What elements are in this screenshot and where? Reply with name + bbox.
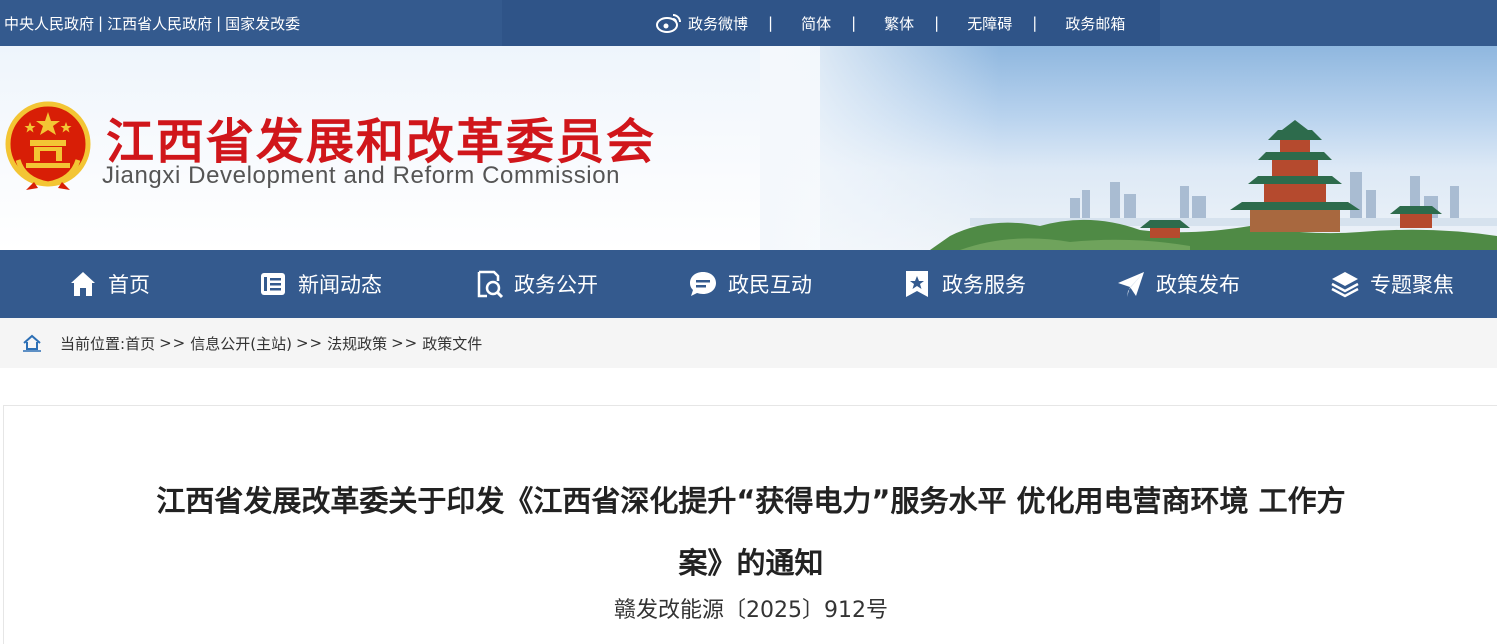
bookmark-star-icon [906,271,928,297]
breadcrumb-sep: >> [159,334,187,352]
separator: | [768,14,774,32]
link-central-gov[interactable]: 中央人民政府 [4,13,94,34]
breadcrumb-item-regulations[interactable]: 法规政策 [327,333,387,354]
nav-label: 政民互动 [728,273,812,297]
national-emblem-icon [5,101,91,190]
breadcrumb-item-info[interactable]: 信息公开(主站) [190,333,292,354]
news-icon [261,273,285,295]
link-jiangxi-gov[interactable]: 江西省人民政府 [107,13,212,34]
document-search-icon [477,270,504,299]
breadcrumb-item-policy-docs[interactable]: 政策文件 [422,333,482,354]
nav-item-policy[interactable]: 政策发布 [1116,250,1240,318]
article-title: 江西省发展改革委关于印发《江西省深化提升“获得电力”服务水平 优化用电营商环境 … [156,484,1346,580]
nav-label: 新闻动态 [298,273,382,297]
breadcrumb-sep: >> [391,334,419,352]
link-weibo[interactable]: 政务微博 [688,13,748,34]
separator: | [934,14,940,32]
nav-item-services[interactable]: 政务服务 [902,250,1026,318]
breadcrumb-item-home[interactable]: 首页 [125,333,155,354]
chat-icon [690,272,716,296]
link-traditional[interactable]: 繁体 [884,13,914,34]
weibo-icon [656,14,681,33]
link-simplified[interactable]: 简体 [801,13,831,34]
separator: | [851,14,857,32]
separator: | [1032,14,1038,32]
pavilion-cityscape-image [930,120,1497,250]
link-ndrc[interactable]: 国家发改委 [225,13,300,34]
layers-icon [1331,272,1359,298]
separator: | [98,14,104,32]
home-icon [23,334,41,352]
top-bar: 中央人民政府 | 江西省人民政府 | 国家发改委 政务微博 | 简体 | 繁体 … [0,0,1497,46]
link-gov-mail[interactable]: 政务邮箱 [1065,13,1125,34]
nav-item-news[interactable]: 新闻动态 [258,250,382,318]
separator: | [216,14,222,32]
nav-label: 专题聚焦 [1370,273,1454,297]
link-accessibility[interactable]: 无障碍 [967,13,1012,34]
nav-label: 首页 [108,273,150,297]
paper-plane-icon [1118,272,1144,297]
header-banner: 江西省发展和改革委员会 Jiangxi Development and Refo… [0,46,1497,250]
site-subtitle: Jiangxi Development and Reform Commissio… [102,162,621,189]
breadcrumb: 当前位置: 首页 >> 信息公开(主站) >> 法规政策 >> 政策文件 [0,318,1497,368]
utility-links: 政务微博 | 简体 | 繁体 | 无障碍 | 政务邮箱 [502,0,1160,46]
home-icon [71,272,95,296]
nav-item-gov-affairs[interactable]: 政务公开 [474,250,598,318]
document-number: 赣发改能源〔2025〕912号 [614,598,888,623]
nav-item-home[interactable]: 首页 [68,250,150,318]
breadcrumb-prefix: 当前位置: [60,334,126,353]
gov-links: 中央人民政府 | 江西省人民政府 | 国家发改委 [4,0,300,46]
nav-label: 政务服务 [942,273,1026,297]
article-panel: 江西省发展改革委关于印发《江西省深化提升“获得电力”服务水平 优化用电营商环境 … [3,405,1497,644]
nav-label: 政务公开 [514,273,598,297]
nav-label: 政策发布 [1156,273,1240,297]
main-nav: 首页 新闻动态 政务公开 政民互动 政务服务 政策发布 专题聚焦 [0,250,1497,318]
nav-item-topics[interactable]: 专题聚焦 [1330,250,1454,318]
breadcrumb-sep: >> [295,334,324,352]
nav-item-interaction[interactable]: 政民互动 [688,250,812,318]
